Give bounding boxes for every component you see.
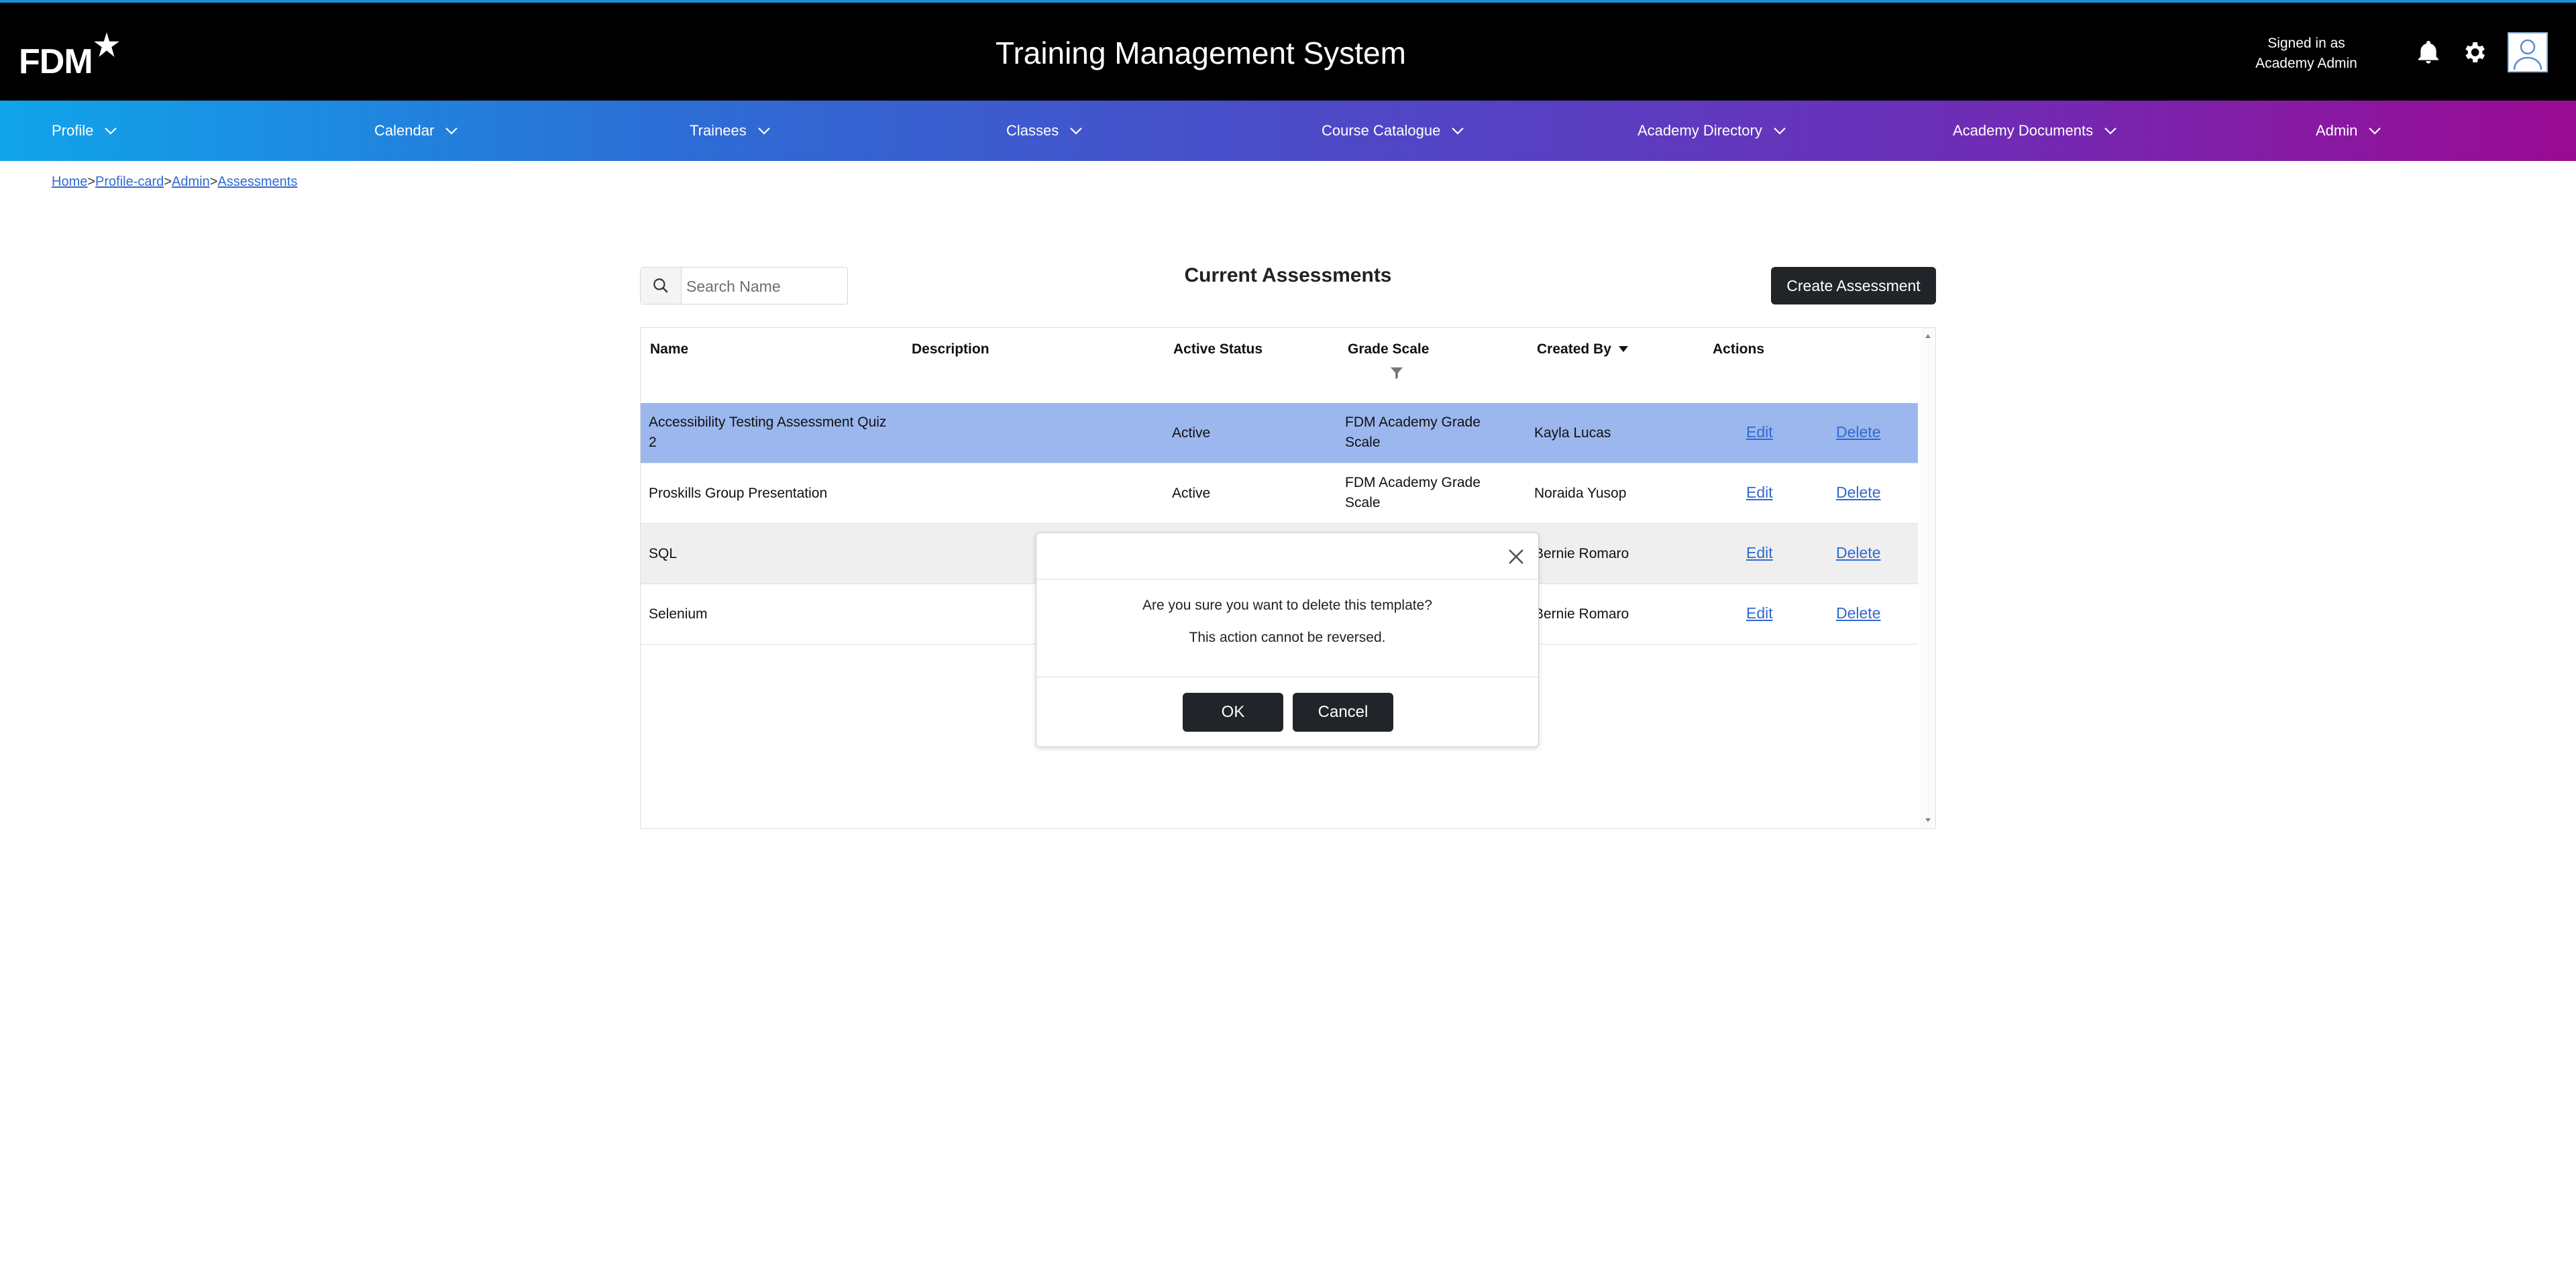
column-header-grade-scale[interactable]: Grade Scale — [1348, 341, 1429, 357]
cell-name: SQL — [649, 546, 678, 561]
signed-in-info: Signed in as Academy Admin — [2219, 34, 2394, 74]
signed-in-label: Signed in as — [2267, 36, 2345, 51]
dialog-message: Are you sure you want to delete this tem… — [1142, 598, 1432, 613]
chevron-down-icon — [445, 127, 458, 135]
nav-item-classes[interactable]: Classes — [1006, 101, 1083, 161]
breadcrumb-assessments[interactable]: Assessments — [217, 174, 297, 189]
column-header-created-by[interactable]: Created By — [1537, 341, 1629, 357]
edit-link[interactable]: Edit — [1746, 604, 1773, 622]
chevron-down-icon — [1070, 127, 1083, 135]
avatar-icon — [2513, 39, 2542, 70]
column-header-created-by-label: Created By — [1537, 341, 1611, 357]
scroll-up-icon[interactable] — [1925, 333, 1931, 339]
dialog-warning: This action cannot be reversed. — [1189, 630, 1386, 645]
cell-created-by: Kayla Lucas — [1534, 425, 1611, 441]
avatar[interactable] — [2508, 32, 2548, 72]
nav-item-trainees[interactable]: Trainees — [690, 101, 771, 161]
close-icon[interactable] — [1505, 545, 1527, 568]
search-icon-cell — [641, 268, 682, 304]
nav-item-academy-directory[interactable]: Academy Directory — [1638, 101, 1786, 161]
chevron-down-icon — [105, 127, 117, 135]
delete-link[interactable]: Delete — [1836, 423, 1880, 441]
nav-label: Profile — [52, 122, 94, 139]
cell-status: Active — [1172, 486, 1211, 501]
cell-grade-scale: FDM Academy Grade Scale — [1345, 414, 1481, 450]
scroll-down-icon[interactable] — [1925, 818, 1931, 823]
column-header-active-status[interactable]: Active Status — [1173, 341, 1263, 357]
chevron-down-icon — [2369, 127, 2381, 135]
chevron-down-icon — [1452, 127, 1464, 135]
app-title: Training Management System — [996, 36, 1406, 70]
breadcrumb: Home>Profile-card>Admin>Assessments — [52, 174, 297, 190]
search-box — [640, 267, 848, 304]
nav-label: Calendar — [374, 122, 435, 139]
chevron-down-icon — [758, 127, 770, 135]
cell-created-by: Bernie Romaro — [1534, 546, 1629, 561]
cell-created-by: Bernie Romaro — [1534, 606, 1629, 622]
cell-name: Accessibility Testing Assessment Quiz 2 — [649, 414, 887, 450]
table-scrollbar[interactable] — [1921, 328, 1935, 828]
main-nav: Profile Calendar Trainees Classes Course… — [0, 101, 2576, 161]
breadcrumb-separator: > — [209, 174, 218, 189]
cell-status: Active — [1172, 425, 1211, 441]
table-header: Name Description Active Status Grade Sca… — [641, 328, 1918, 403]
search-input[interactable] — [685, 273, 842, 300]
gear-icon[interactable] — [2461, 39, 2487, 66]
cancel-button[interactable]: Cancel — [1293, 693, 1393, 732]
signed-in-user: Academy Admin — [2255, 56, 2357, 71]
nav-label: Academy Documents — [1953, 122, 2094, 139]
breadcrumb-admin[interactable]: Admin — [172, 174, 210, 189]
nav-item-admin[interactable]: Admin — [2316, 101, 2381, 161]
chevron-down-icon — [1774, 127, 1786, 135]
top-header: FDM Training Management System Signed in… — [0, 0, 2576, 101]
cell-grade-scale: FDM Academy Grade Scale — [1345, 475, 1481, 510]
nav-label: Trainees — [690, 122, 747, 139]
edit-link[interactable]: Edit — [1746, 484, 1773, 502]
column-header-description[interactable]: Description — [912, 341, 989, 357]
delete-link[interactable]: Delete — [1836, 604, 1880, 622]
nav-label: Classes — [1006, 122, 1059, 139]
column-header-name[interactable]: Name — [650, 341, 688, 357]
page-title: Current Assessments — [1184, 264, 1392, 286]
breadcrumb-separator: > — [87, 174, 96, 189]
create-assessment-button[interactable]: Create Assessment — [1771, 267, 1936, 304]
edit-link[interactable]: Edit — [1746, 544, 1773, 562]
breadcrumb-home[interactable]: Home — [52, 174, 87, 189]
nav-label: Course Catalogue — [1322, 122, 1441, 139]
table-row[interactable]: Proskills Group Presentation Active FDM … — [641, 463, 1918, 524]
column-header-actions: Actions — [1713, 341, 1765, 357]
search-icon — [653, 278, 668, 293]
delete-link[interactable]: Delete — [1836, 544, 1880, 562]
cell-name: Proskills Group Presentation — [649, 486, 828, 501]
nav-item-calendar[interactable]: Calendar — [374, 101, 458, 161]
bell-icon[interactable] — [2415, 39, 2442, 66]
cell-created-by: Noraida Yusop — [1534, 486, 1627, 501]
delete-confirm-dialog: Are you sure you want to delete this tem… — [1036, 533, 1539, 747]
ok-button[interactable]: OK — [1183, 693, 1283, 732]
filter-icon[interactable] — [1389, 366, 1404, 380]
sort-desc-icon[interactable] — [1618, 345, 1629, 353]
chevron-down-icon — [2104, 127, 2116, 135]
nav-label: Academy Directory — [1638, 122, 1762, 139]
edit-link[interactable]: Edit — [1746, 423, 1773, 441]
cell-name: Selenium — [649, 606, 708, 622]
breadcrumb-separator: > — [164, 174, 172, 189]
delete-link[interactable]: Delete — [1836, 484, 1880, 502]
nav-item-academy-documents[interactable]: Academy Documents — [1953, 101, 2117, 161]
nav-item-profile[interactable]: Profile — [52, 101, 117, 161]
breadcrumb-profile-card[interactable]: Profile-card — [95, 174, 164, 189]
nav-label: Admin — [2316, 122, 2358, 139]
table-row[interactable]: Accessibility Testing Assessment Quiz 2 … — [641, 403, 1918, 463]
nav-item-course-catalogue[interactable]: Course Catalogue — [1322, 101, 1464, 161]
